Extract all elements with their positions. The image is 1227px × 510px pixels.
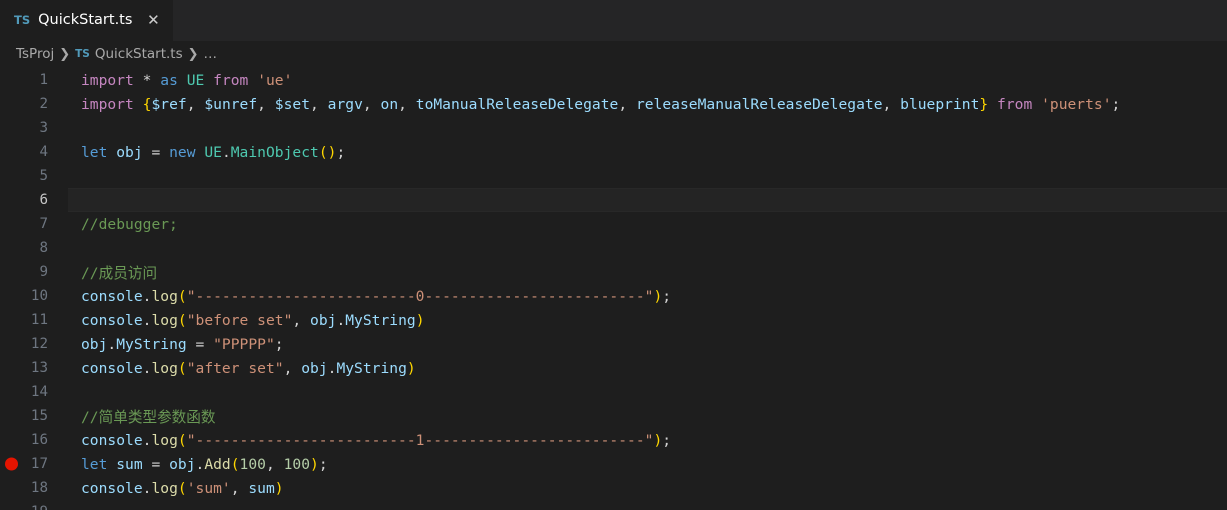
line-number[interactable]: 13: [0, 360, 68, 376]
breadcrumb-item-symbol-overflow[interactable]: …: [204, 47, 218, 62]
code-line[interactable]: 8: [0, 236, 1227, 260]
code-line-text: obj.MyString = "PPPPP";: [81, 335, 284, 353]
line-number[interactable]: 15: [0, 408, 68, 424]
typescript-file-icon: TS: [14, 12, 31, 27]
line-number[interactable]: 1: [0, 72, 68, 88]
tab-quickstart-ts[interactable]: TS QuickStart.ts ✕: [0, 0, 174, 41]
line-number[interactable]: 12: [0, 336, 68, 352]
code-line[interactable]: 14: [0, 380, 1227, 404]
code-line-text: let obj = new UE.MainObject();: [81, 143, 346, 161]
tab-label: QuickStart.ts: [38, 12, 133, 29]
code-line[interactable]: 7 //debugger;: [0, 212, 1227, 236]
line-number[interactable]: 16: [0, 432, 68, 448]
code-line[interactable]: 5: [0, 164, 1227, 188]
tab-bar-empty-area: [173, 0, 1227, 41]
line-number[interactable]: 10: [0, 288, 68, 304]
line-number[interactable]: 5: [0, 168, 68, 184]
code-editor[interactable]: 1 import * as UE from 'ue' 2 import {$ref, …: [0, 68, 1227, 510]
code-line-text: console.log("before set", obj.MyString): [81, 311, 425, 329]
line-number[interactable]: 18: [0, 480, 68, 496]
typescript-file-icon: TS: [75, 48, 90, 61]
code-line[interactable]: 19: [0, 500, 1227, 510]
code-line[interactable]: 13 console.log("after set", obj.MyString): [0, 356, 1227, 380]
code-line-text: [68, 504, 1227, 510]
breadcrumb: TsProj ❯ TS QuickStart.ts ❯ …: [0, 41, 1227, 68]
code-line[interactable]: 2 import {$ref, $unref, $set, argv, on, t…: [0, 92, 1227, 116]
breakpoint-icon[interactable]: [5, 457, 18, 471]
editor-tab-bar: TS QuickStart.ts ✕: [0, 0, 1227, 41]
line-number[interactable]: 4: [0, 144, 68, 160]
line-number[interactable]: 3: [0, 120, 68, 136]
code-line-text: //debugger;: [81, 215, 178, 233]
breadcrumb-item-folder[interactable]: TsProj: [16, 47, 54, 62]
code-line-text: //调试器通过websocket发送断点信息，可能断点生效前脚本已经执行完备，可…: [81, 192, 848, 210]
code-line[interactable]: 16 console.log("-------------------------…: [0, 428, 1227, 452]
line-number[interactable]: 7: [0, 216, 68, 232]
code-line[interactable]: 10 console.log("-------------------------…: [0, 284, 1227, 308]
code-line-text: [68, 384, 1227, 401]
code-line[interactable]: 3: [0, 116, 1227, 140]
line-number[interactable]: 11: [0, 312, 68, 328]
code-line[interactable]: 18 console.log('sum', sum): [0, 476, 1227, 500]
close-icon[interactable]: ✕: [144, 12, 162, 30]
code-line-text: [68, 240, 1227, 257]
code-line[interactable]: 1 import * as UE from 'ue': [0, 68, 1227, 92]
code-line-text: //成员访问: [81, 264, 158, 282]
code-line-text: [68, 168, 1227, 185]
code-line-text: let sum = obj.Add(100, 100);: [81, 455, 328, 473]
code-line-text: console.log("-------------------------0-…: [81, 287, 672, 305]
chevron-right-icon: ❯: [59, 47, 71, 62]
code-line-text: import {$ref, $unref, $set, argv, on, to…: [81, 95, 1121, 113]
chevron-right-icon: ❯: [187, 47, 199, 62]
line-number[interactable]: 6: [0, 192, 68, 208]
code-line[interactable]: 17 let sum = obj.Add(100, 100);: [0, 452, 1227, 476]
vscode-window: TS QuickStart.ts ✕ TsProj ❯ TS QuickStar…: [0, 0, 1227, 510]
code-line[interactable]: 9 //成员访问: [0, 260, 1227, 284]
line-number[interactable]: 9: [0, 264, 68, 280]
line-number[interactable]: 19: [0, 504, 68, 510]
code-line[interactable]: 15 //简单类型参数函数: [0, 404, 1227, 428]
code-line-text: console.log("-------------------------1-…: [81, 431, 672, 449]
breadcrumb-item-file[interactable]: QuickStart.ts: [95, 47, 183, 62]
code-line-text: import * as UE from 'ue': [81, 71, 293, 89]
code-line[interactable]: 11 console.log("before set", obj.MyString…: [0, 308, 1227, 332]
code-line-text: //简单类型参数函数: [81, 408, 216, 426]
code-line-text: [68, 120, 1227, 137]
line-number[interactable]: 17: [0, 456, 68, 472]
line-number[interactable]: 14: [0, 384, 68, 400]
code-line[interactable]: 4 let obj = new UE.MainObject();: [0, 140, 1227, 164]
line-number[interactable]: 2: [0, 96, 68, 112]
code-line-text: console.log('sum', sum): [81, 479, 284, 497]
code-line-text: console.log("after set", obj.MyString): [81, 359, 416, 377]
code-line[interactable]: 12 obj.MyString = "PPPPP";: [0, 332, 1227, 356]
line-number[interactable]: 8: [0, 240, 68, 256]
code-line[interactable]: 6 //调试器通过websocket发送断点信息，可能断点生效前脚本已经执行完备，…: [0, 188, 1227, 212]
